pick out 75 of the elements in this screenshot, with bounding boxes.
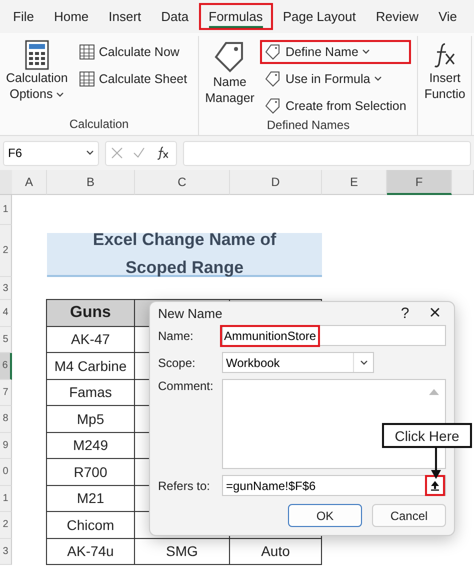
- ribbon-tab[interactable]: Vie: [428, 3, 468, 30]
- tag-icon: [265, 98, 282, 114]
- table-header: Guns: [46, 299, 135, 326]
- row-header[interactable]: 6: [0, 353, 12, 380]
- sheet-icon: [78, 71, 95, 87]
- callout-label: Click Here: [382, 423, 472, 448]
- cancel-button[interactable]: Cancel: [372, 504, 446, 527]
- close-icon: [111, 147, 123, 159]
- help-button[interactable]: ?: [394, 305, 416, 322]
- ribbon-tab[interactable]: Page Layout: [272, 3, 366, 30]
- row-header[interactable]: 5: [0, 326, 12, 353]
- column-header[interactable]: C: [135, 170, 230, 195]
- tag-icon: [214, 40, 246, 74]
- row-header[interactable]: 0: [0, 459, 12, 486]
- table-cell: Auto: [229, 538, 322, 565]
- collapse-button[interactable]: [425, 475, 445, 496]
- field-label: Refers to:: [158, 478, 212, 492]
- ribbon-button[interactable]: Calculation Options: [6, 36, 68, 102]
- column-header[interactable]: [452, 170, 474, 195]
- group-label: Calculation: [68, 117, 130, 133]
- ribbon-tab[interactable]: Home: [44, 3, 99, 30]
- row-header[interactable]: 1: [0, 195, 12, 225]
- column-header[interactable]: F: [387, 170, 452, 195]
- field-label: Name:: [158, 328, 194, 342]
- row-header[interactable]: 3: [0, 538, 12, 565]
- ribbon-button[interactable]: Define Name: [260, 40, 412, 64]
- row-header[interactable]: 1: [0, 486, 12, 512]
- sheet-title: Excel Change Name of Scoped Range: [47, 233, 322, 277]
- ribbon-tab[interactable]: Data: [151, 3, 199, 30]
- formula-input[interactable]: [183, 140, 471, 166]
- table-cell: AK-74u: [46, 538, 135, 565]
- select-all-corner[interactable]: [0, 170, 12, 195]
- caret-icon: [86, 150, 94, 156]
- ribbon-button[interactable]: Use in Formula: [260, 67, 412, 91]
- scope-dropdown[interactable]: Workbook: [222, 352, 374, 373]
- upload-arrow-icon: [430, 480, 440, 491]
- row-header[interactable]: 7: [0, 380, 12, 406]
- name-box[interactable]: F6: [3, 140, 99, 166]
- field-label: Comment:: [158, 379, 214, 393]
- ribbon-button[interactable]: Calculate Now: [74, 40, 192, 64]
- row-header[interactable]: 2: [0, 512, 12, 538]
- ribbon-button[interactable]: Calculate Sheet: [74, 67, 192, 91]
- column-header[interactable]: D: [230, 170, 322, 195]
- ribbon-button[interactable]: Create from Selection: [260, 94, 412, 118]
- name-field[interactable]: AmmunitionStore: [222, 325, 446, 346]
- ribbon-tab[interactable]: File: [3, 3, 44, 30]
- ribbon-tab[interactable]: Insert: [98, 3, 152, 30]
- caret-icon: [360, 360, 368, 366]
- function-icon: [155, 145, 171, 161]
- row-header[interactable]: 8: [0, 406, 12, 432]
- ribbon-button[interactable]: Insert Functio: [424, 36, 466, 102]
- caret-icon: [56, 92, 64, 98]
- row-header[interactable]: 2: [0, 225, 12, 277]
- caret-icon: [374, 76, 382, 82]
- close-button[interactable]: ×: [424, 302, 446, 325]
- tag-icon: [265, 44, 282, 60]
- column-header[interactable]: A: [12, 170, 47, 195]
- dialog-title: New Name: [158, 306, 224, 321]
- tag-icon: [265, 71, 282, 87]
- scroll-up-icon: [429, 388, 439, 396]
- row-header[interactable]: 9: [0, 432, 12, 459]
- check-icon: [133, 147, 145, 159]
- field-label: Scope:: [158, 356, 196, 370]
- row-header[interactable]: 4: [0, 300, 12, 326]
- ok-button[interactable]: OK: [288, 504, 362, 527]
- column-header[interactable]: B: [47, 170, 135, 195]
- caret-icon: [362, 49, 370, 55]
- ribbon-tab[interactable]: Review: [366, 3, 428, 30]
- row-header[interactable]: 3: [0, 277, 12, 300]
- ribbon-tab[interactable]: Formulas: [198, 3, 273, 30]
- refers-to-field[interactable]: =gunName!$F$6: [222, 475, 446, 496]
- arrow: [431, 448, 441, 480]
- column-header[interactable]: E: [322, 170, 387, 195]
- ribbon-button[interactable]: Name Manager: [205, 36, 254, 106]
- group-label: Defined Names: [266, 118, 351, 134]
